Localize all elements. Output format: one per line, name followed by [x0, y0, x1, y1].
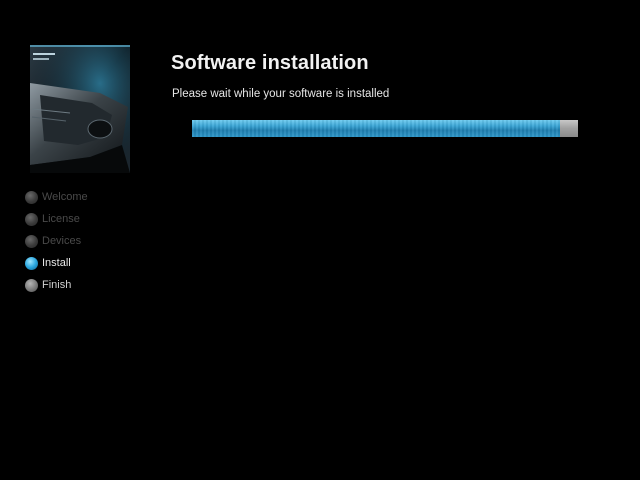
page-title: Software installation [171, 52, 369, 74]
step-label: License [42, 212, 80, 225]
step-list: Welcome License Devices Install Finish [25, 186, 145, 296]
product-box-artwork [30, 45, 130, 173]
progress-fill [192, 120, 560, 137]
step-label: Devices [42, 234, 82, 247]
step-finish: Finish [25, 274, 145, 296]
step-welcome: Welcome [25, 186, 145, 208]
page-subtitle: Please wait while your software is insta… [172, 88, 390, 100]
step-indicator-icon [25, 278, 38, 292]
step-install: Install [25, 252, 145, 274]
step-license: License [25, 208, 145, 230]
step-indicator-icon [25, 256, 38, 270]
install-progress-bar [192, 120, 578, 137]
installer-window: Welcome License Devices Install Finish S… [0, 0, 640, 480]
step-indicator-icon [25, 190, 38, 204]
product-box-image [30, 45, 130, 173]
step-label: Finish [42, 278, 72, 291]
progress-end-cap [560, 120, 578, 137]
step-indicator-icon [25, 212, 38, 226]
step-indicator-icon [25, 234, 38, 248]
step-devices: Devices [25, 230, 145, 252]
step-label: Install [42, 256, 71, 269]
step-label: Welcome [42, 190, 88, 203]
